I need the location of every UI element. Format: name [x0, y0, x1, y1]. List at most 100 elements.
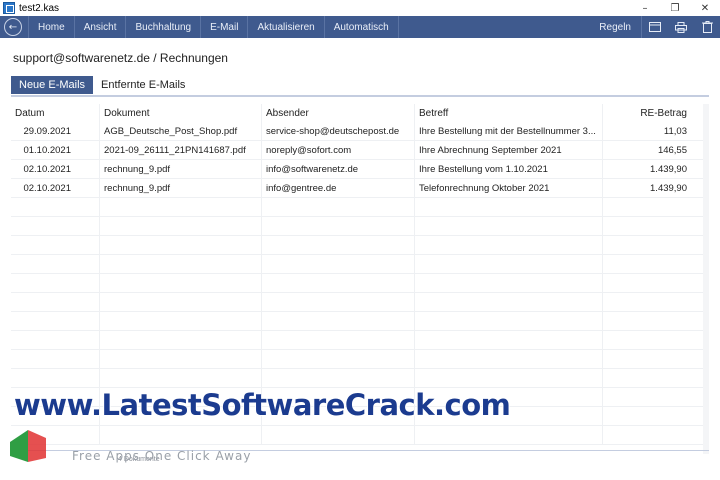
table-row[interactable] [11, 312, 709, 331]
table-cell [261, 312, 414, 330]
table-cell [99, 293, 261, 311]
menu-item-email[interactable]: E-Mail [201, 16, 249, 38]
table-cell [99, 350, 261, 368]
title-bar: test2.kas – ❐ ✕ [0, 0, 720, 16]
table-row[interactable] [11, 331, 709, 350]
table-cell [602, 407, 688, 425]
table-cell [602, 350, 688, 368]
table-cell [11, 293, 99, 311]
menu-item-aktualisieren[interactable]: Aktualisieren [248, 16, 325, 38]
table-cell [99, 426, 261, 444]
table-cell: 2021-09_26111_21PN141687.pdf [99, 141, 261, 159]
table-cell: Ihre Bestellung vom 1.10.2021 [414, 160, 602, 178]
table-row[interactable] [11, 217, 709, 236]
table-cell [261, 217, 414, 235]
table-cell [11, 255, 99, 273]
table-cell [602, 388, 688, 406]
table-cell: Ihre Abrechnung September 2021 [414, 141, 602, 159]
tab-bar: Neue E-Mails Entfernte E-Mails [11, 76, 193, 94]
table-cell: AGB_Deutsche_Post_Shop.pdf [99, 122, 261, 140]
menu-item-ansicht[interactable]: Ansicht [75, 16, 127, 38]
table-cell [99, 255, 261, 273]
table-cell [414, 369, 602, 387]
window-controls: – ❐ ✕ [630, 0, 720, 16]
menu-bar: ← Home Ansicht Buchhaltung E-Mail Aktual… [0, 16, 720, 38]
table-cell [602, 255, 688, 273]
table-row[interactable] [11, 236, 709, 255]
table-cell [261, 350, 414, 368]
menu-item-home[interactable]: Home [28, 16, 75, 38]
table-cell [11, 312, 99, 330]
table-cell [11, 331, 99, 349]
printer-icon[interactable] [668, 16, 694, 38]
column-header-datum[interactable]: Datum [11, 104, 99, 122]
back-arrow-icon[interactable]: ← [4, 18, 22, 36]
table-row[interactable]: 01.10.2021 2021-09_26111_21PN141687.pdf no… [11, 141, 709, 160]
table-row[interactable] [11, 255, 709, 274]
tab-neue-emails[interactable]: Neue E-Mails [11, 76, 94, 94]
table-cell [261, 236, 414, 254]
column-header-dokument[interactable]: Dokument [99, 104, 261, 122]
table-row[interactable]: 02.10.2021 rechnung_9.pdf info@softwarenet… [11, 160, 709, 179]
table-cell: info@softwarenetz.de [261, 160, 414, 178]
tab-entfernte-emails[interactable]: Entfernte E-Mails [93, 76, 193, 94]
rules-button[interactable]: Regeln [589, 16, 642, 38]
menu-item-automatisch[interactable]: Automatisch [325, 16, 399, 38]
table-cell [602, 426, 688, 444]
column-header-absender[interactable]: Absender [261, 104, 414, 122]
table-cell [261, 274, 414, 292]
table-cell [99, 236, 261, 254]
column-header-re-betrag[interactable]: RE-Betrag [602, 104, 688, 122]
table-row[interactable] [11, 198, 709, 217]
menu-right-group: Regeln [589, 16, 720, 38]
table-cell [602, 236, 688, 254]
table-cell [11, 198, 99, 216]
table-cell [99, 198, 261, 216]
app-icon [3, 2, 15, 14]
table-cell [99, 369, 261, 387]
table-cell [414, 198, 602, 216]
table-row[interactable] [11, 426, 709, 445]
table-cell: 1.439,90 [602, 179, 688, 197]
table-cell [261, 331, 414, 349]
table-cell: service-shop@deutschepost.de [261, 122, 414, 140]
table-cell [99, 331, 261, 349]
table-cell [261, 198, 414, 216]
table-row[interactable] [11, 350, 709, 369]
table-row[interactable] [11, 274, 709, 293]
watermark-subtitle: Free Apps One Click Away [72, 449, 252, 463]
table-cell: 02.10.2021 [23, 163, 71, 175]
table-cell [602, 293, 688, 311]
table-cell [414, 312, 602, 330]
table-row[interactable] [11, 293, 709, 312]
scrollbar[interactable] [703, 104, 709, 454]
close-icon[interactable]: ✕ [690, 0, 720, 16]
column-header-betreff[interactable]: Betreff [414, 104, 602, 122]
table-cell: rechnung_9.pdf [99, 160, 261, 178]
table-cell [11, 369, 99, 387]
table-cell [261, 369, 414, 387]
table-cell [11, 217, 99, 235]
table-cell: noreply@sofort.com [261, 141, 414, 159]
table-cell: 29.09.2021 [23, 125, 71, 137]
table-cell: 02.10.2021 [23, 182, 71, 194]
table-cell [414, 217, 602, 235]
table-cell: 1.439,90 [602, 160, 688, 178]
table-cell [414, 236, 602, 254]
menu-item-buchhaltung[interactable]: Buchhaltung [126, 16, 202, 38]
table-cell [99, 217, 261, 235]
restore-icon[interactable]: ❐ [660, 0, 690, 16]
table-row[interactable]: 02.10.2021 rechnung_9.pdf info@gentree.de T… [11, 179, 709, 198]
table-row[interactable] [11, 369, 709, 388]
table-cell: 146,55 [602, 141, 688, 159]
table-cell [414, 426, 602, 444]
window-icon[interactable] [642, 16, 668, 38]
table-cell: 11,03 [602, 122, 688, 140]
trash-icon[interactable] [694, 16, 720, 38]
breadcrumb: support@softwarenetz.de / Rechnungen [13, 51, 228, 65]
table-cell [11, 274, 99, 292]
table-cell [602, 331, 688, 349]
minimize-icon[interactable]: – [630, 0, 660, 16]
table-row[interactable]: 29.09.2021 AGB_Deutsche_Post_Shop.pdf serv… [11, 122, 709, 141]
table-cell [602, 198, 688, 216]
